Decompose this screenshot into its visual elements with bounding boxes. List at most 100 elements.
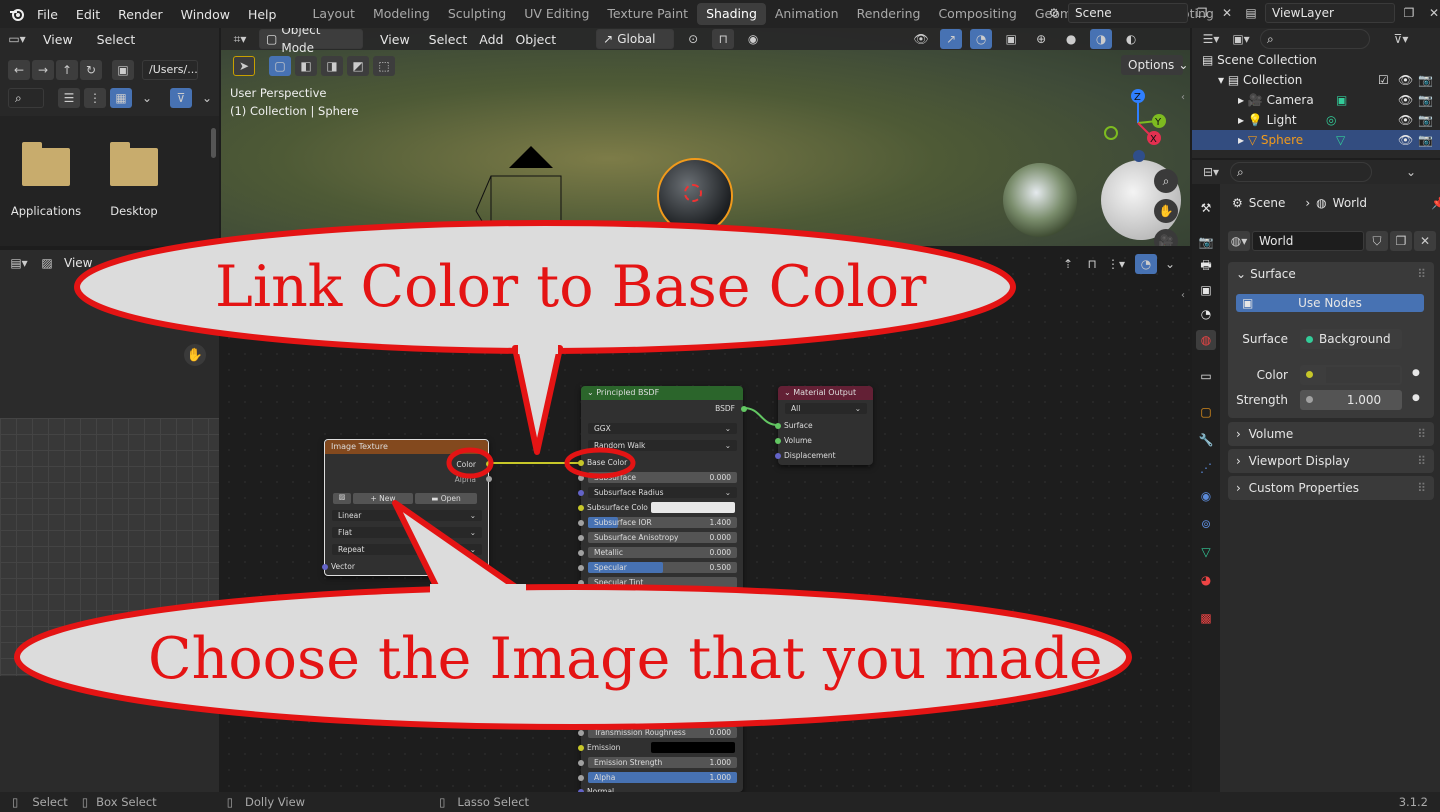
filter-icon[interactable]: ⊽: [170, 88, 192, 108]
proportional-edit-icon[interactable]: ◉: [742, 29, 764, 49]
vp-menu-object[interactable]: Object: [513, 32, 558, 47]
subsurface-anisotropy-slider[interactable]: Subsurface Anisotropy 0.000: [588, 532, 737, 543]
tab-texture-paint[interactable]: Texture Paint: [598, 3, 697, 25]
subsurface-ior-slider[interactable]: Subsurface IOR 1.400: [588, 517, 737, 528]
input-emission-strength-socket[interactable]: [578, 760, 584, 766]
image-texture-node[interactable]: Image Texture Color Alpha ▨ + New ▬ Open…: [322, 439, 492, 576]
menu-file[interactable]: File: [28, 7, 67, 22]
input-displacement-socket[interactable]: [775, 453, 781, 459]
copy-icon[interactable]: ❐: [1191, 3, 1213, 23]
solid-shading-icon[interactable]: ●: [1060, 29, 1082, 49]
blender-logo-icon[interactable]: [6, 4, 28, 24]
surface-shader-selector[interactable]: Background: [1300, 329, 1402, 349]
forward-arrow-icon[interactable]: →: [32, 60, 54, 80]
pin-icon[interactable]: 📌: [1431, 196, 1440, 210]
specular-slider[interactable]: Specular 0.500: [588, 562, 737, 573]
mode-dropdown[interactable]: ▢ Object Mode: [259, 28, 363, 55]
parent-dir-icon[interactable]: ↑: [56, 60, 78, 80]
close-icon[interactable]: ✕: [1216, 3, 1238, 23]
image-editor-view-menu[interactable]: View: [64, 256, 92, 270]
camera-object-icon[interactable]: [471, 146, 571, 246]
rendered-shading-icon[interactable]: ◐: [1120, 29, 1142, 49]
input-subsurface-ior-socket[interactable]: [578, 520, 584, 526]
world-browse-icon[interactable]: ◍▾: [1228, 231, 1250, 251]
drag-handle-icon[interactable]: ⠿: [1417, 476, 1426, 500]
camera-render-icon[interactable]: 📷: [1418, 110, 1433, 130]
tab-sculpting[interactable]: Sculpting: [439, 3, 515, 25]
input-specular-socket[interactable]: [578, 565, 584, 571]
volume-panel[interactable]: › Volume ⠿: [1228, 422, 1434, 446]
chevron-left-icon[interactable]: ‹: [1181, 92, 1185, 103]
constraints-tab-icon[interactable]: ⊚: [1196, 514, 1216, 534]
new-folder-icon[interactable]: ▣: [112, 60, 134, 80]
outliner-scene-collection[interactable]: ▤ Scene Collection: [1192, 50, 1440, 70]
tab-modeling[interactable]: Modeling: [364, 3, 439, 25]
outliner-item-light[interactable]: ▸ 💡 Light ◎ 👁 📷: [1192, 110, 1440, 130]
zoom-icon[interactable]: ⌕: [1154, 169, 1178, 193]
breadcrumb-scene[interactable]: Scene: [1249, 196, 1286, 210]
outliner-item-sphere[interactable]: ▸ ▽ Sphere ▽ 👁 📷: [1192, 130, 1440, 150]
interpolation-dropdown[interactable]: Linear ⌄: [332, 510, 482, 521]
keyframe-dot-icon[interactable]: ●: [1412, 393, 1420, 403]
editor-type-icon[interactable]: ⊟▾: [1200, 162, 1222, 182]
folder-label-desktop[interactable]: Desktop: [98, 204, 170, 218]
select-extend-icon[interactable]: ◧: [295, 56, 317, 76]
list-view-icon[interactable]: ☰: [58, 88, 80, 108]
eye-icon[interactable]: 👁: [1398, 130, 1413, 150]
filter-icon[interactable]: ⊽▾: [1390, 29, 1412, 49]
material-shading-icon[interactable]: ◑: [1090, 29, 1113, 49]
scene-field[interactable]: Scene: [1068, 3, 1188, 23]
visibility-icon[interactable]: 👁: [910, 29, 932, 49]
display-mode-icon[interactable]: ▣▾: [1230, 29, 1252, 49]
fb-menu-view[interactable]: View: [34, 32, 82, 47]
gizmo-toggle-icon[interactable]: ↗: [940, 29, 963, 49]
vp-menu-select[interactable]: Select: [427, 32, 470, 47]
particles-tab-icon[interactable]: ⋰: [1196, 458, 1216, 478]
chevron-down-icon[interactable]: ⌄: [1400, 162, 1422, 182]
search-icon[interactable]: ⌕: [1260, 29, 1370, 49]
pivot-icon[interactable]: ⊙: [682, 29, 704, 49]
input-specular-tint-socket[interactable]: [578, 580, 584, 586]
material-output-node[interactable]: ⌄ Material Output All ⌄ Surface Volume Di…: [775, 386, 873, 465]
new-image-button[interactable]: + New: [353, 493, 413, 504]
select-invert-icon[interactable]: ◩: [347, 56, 369, 76]
fb-menu-select[interactable]: Select: [88, 32, 145, 47]
refresh-icon[interactable]: ↻: [80, 60, 102, 80]
world-tab-icon[interactable]: ◍: [1196, 330, 1216, 350]
subsurface-slider[interactable]: Subsurface 0.000: [588, 472, 737, 483]
input-subsurface-socket[interactable]: [578, 475, 584, 481]
alpha-slider[interactable]: Alpha 1.000: [588, 772, 737, 783]
viewport-display-panel[interactable]: › Viewport Display ⠿: [1228, 449, 1434, 473]
world-name-field[interactable]: World: [1252, 231, 1364, 251]
xray-icon[interactable]: ▣: [1000, 29, 1022, 49]
color-field[interactable]: [1300, 365, 1402, 385]
options-dropdown[interactable]: Options ⌄: [1121, 55, 1188, 75]
drag-handle-icon[interactable]: ⠿: [1417, 262, 1426, 286]
copy-icon[interactable]: ❐: [1398, 3, 1420, 23]
tab-rendering[interactable]: Rendering: [848, 3, 930, 25]
input-subsurface-radius-socket[interactable]: [578, 490, 584, 496]
emission-strength-slider[interactable]: Emission Strength 1.000: [588, 757, 737, 768]
back-arrow-icon[interactable]: ←: [8, 60, 30, 80]
subsurface-color-swatch[interactable]: [651, 502, 735, 513]
eye-icon[interactable]: 👁: [1398, 70, 1413, 90]
fake-user-icon[interactable]: ⛉: [1366, 231, 1388, 251]
transmission-roughness-slider[interactable]: Transmission Roughness 0.000: [588, 727, 737, 738]
camera-render-icon[interactable]: 📷: [1418, 70, 1433, 90]
vp-menu-add[interactable]: Add: [477, 32, 505, 47]
tab-animation[interactable]: Animation: [766, 3, 848, 25]
close-icon[interactable]: ✕: [1423, 3, 1440, 23]
scrollbar[interactable]: [211, 128, 216, 158]
collection-tab-icon[interactable]: ▭: [1196, 366, 1216, 386]
search-icon[interactable]: ⌕: [1230, 162, 1372, 182]
output-alpha-socket[interactable]: [486, 476, 492, 482]
eye-icon[interactable]: 👁: [1398, 90, 1413, 110]
folder-label-applications[interactable]: Applications: [10, 204, 82, 218]
vp-menu-view[interactable]: View: [371, 32, 419, 47]
view-layer-icon[interactable]: ▤: [1240, 3, 1262, 23]
scene-icon[interactable]: ⚙: [1043, 3, 1065, 23]
drag-handle-icon[interactable]: ⠿: [1417, 449, 1426, 473]
input-subsurface-anisotropy-socket[interactable]: [578, 535, 584, 541]
outliner-item-camera[interactable]: ▸ 🎥 Camera ▣ 👁 📷: [1192, 90, 1440, 110]
hand-pan-icon[interactable]: ✋: [1154, 199, 1178, 223]
